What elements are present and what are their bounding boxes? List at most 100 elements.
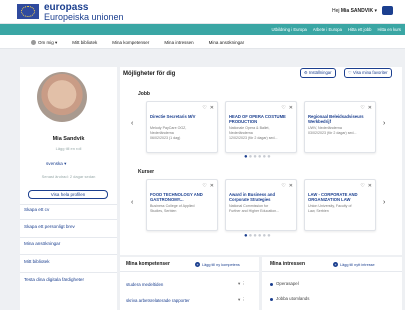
eu-flag-icon[interactable]	[17, 4, 39, 19]
heart-icon[interactable]: ♡	[360, 105, 364, 111]
nav-om-mig-label: Om mig	[38, 40, 54, 45]
close-icon[interactable]: ✕	[210, 183, 214, 189]
job-card[interactable]: ♡ ✕ HEAD OF OPERA COSTUME PRODUCTION Nati…	[225, 101, 297, 153]
chevron-right-icon[interactable]: ›	[383, 199, 385, 206]
link-hitta-kurs[interactable]: Hitta en kurs	[377, 27, 401, 32]
menu-digital-skills[interactable]: Testa dina digitala färdigheter	[24, 277, 84, 282]
settings-label: Inställningar	[308, 70, 332, 75]
courses-label: Kurser	[138, 169, 155, 175]
job-meta: Nationale Opera & Ballet,	[229, 126, 270, 130]
card-actions: ♡ ✕	[202, 105, 214, 111]
job-card[interactable]: ♡ ✕ Directie Secretaris M/V Melody PayCar…	[146, 101, 218, 153]
menu-library[interactable]: Mitt bibliotek	[24, 259, 50, 264]
heart-icon[interactable]: ♡	[281, 183, 285, 189]
course-title: LAW - CORPORATE AND ORGANIZATION LAW	[308, 192, 358, 202]
job-title: HEAD OF OPERA COSTUME PRODUCTION	[229, 114, 286, 124]
jobs-label: Jobb	[138, 91, 150, 97]
job-card[interactable]: ♡ ✕ Regionaal Beleidsadviseurs Werkbedrij…	[304, 101, 376, 153]
job-meta: 03/02/2023 (för 2 dagar) sed...	[308, 131, 357, 135]
course-meta: Business College of Applied	[150, 204, 195, 208]
user-greeting[interactable]: Hej Mia SANDVIK ▾	[332, 8, 377, 14]
language-value: svenska	[46, 161, 63, 166]
card-actions: ♡ ✕	[360, 183, 372, 189]
chevron-right-icon[interactable]: ›	[383, 120, 385, 127]
menu-create-cv[interactable]: Skapa ett cv	[24, 207, 49, 212]
add-title-link[interactable]: Lägg till en roll	[20, 146, 117, 151]
chat-icon[interactable]	[382, 6, 393, 15]
competence-controls[interactable]: ▾ ⋮	[238, 281, 246, 287]
divider	[20, 254, 117, 255]
course-meta: Further and Higher Education...	[229, 209, 280, 213]
menu-create-letter[interactable]: Skapa ett personligt brev	[24, 224, 75, 229]
interest-item[interactable]: Jobba utomlands	[276, 296, 309, 301]
job-title: Directie Secretaris M/V	[150, 114, 196, 119]
course-card[interactable]: ♡ ✕ FOOD TECHNOLOGY AND GASTRONOMY... Bus…	[146, 179, 218, 231]
favorites-label: Visa mina favoriter	[352, 70, 388, 75]
course-meta: Union University, Faculty of	[308, 204, 352, 208]
language-select[interactable]: svenska ▾	[46, 161, 66, 167]
course-card[interactable]: ♡ ✕ Award in Business and Corporate Strat…	[225, 179, 297, 231]
close-icon[interactable]: ✕	[210, 105, 214, 111]
card-actions: ♡ ✕	[281, 183, 293, 189]
nav-mina-kompetenser[interactable]: Mina kompetenser	[112, 40, 149, 46]
add-interest-link[interactable]: Lägg till nytt intresse	[333, 262, 375, 267]
menu-applications[interactable]: Mina ansökningar	[24, 241, 60, 246]
heart-icon[interactable]: ♡	[360, 183, 364, 189]
nav-om-mig[interactable]: Om mig ▾	[31, 40, 57, 46]
heart-icon[interactable]: ♡	[202, 105, 206, 111]
favorites-button[interactable]: ♡ Visa mina favoriter	[344, 68, 392, 78]
interest-item[interactable]: Operasapel	[276, 281, 299, 286]
divider	[20, 204, 117, 205]
course-card[interactable]: ♡ ✕ LAW - CORPORATE AND ORGANIZATION LAW …	[304, 179, 376, 231]
job-meta: Nederländerna	[229, 131, 253, 135]
view-profile-button[interactable]: Visa hela profilen	[28, 190, 108, 199]
bullet	[270, 298, 273, 301]
divider	[262, 271, 402, 272]
course-title: Award in Business and Corporate Strategi…	[229, 192, 275, 202]
job-meta: 12/02/2023 (för 2 dagar) sed...	[229, 136, 278, 140]
nav-items: Om mig ▾ Mitt bibliotek Mina kompetenser…	[31, 40, 244, 46]
add-competence-link[interactable]: Lägg till ny kompetens	[195, 262, 240, 267]
card-actions: ♡ ✕	[360, 105, 372, 111]
interests-title: Mina intressen	[270, 261, 306, 267]
competence-item[interactable]: studera medeltiden	[126, 282, 163, 287]
link-utbildning[interactable]: Utbildning i Europa	[271, 27, 306, 32]
divider	[20, 272, 117, 273]
bullet	[270, 283, 273, 286]
user-name: Mia SANDVIK	[340, 8, 374, 14]
close-icon[interactable]: ✕	[368, 105, 372, 111]
competence-controls[interactable]: ▾ ⋮	[238, 297, 246, 303]
divider	[20, 219, 117, 220]
heart-icon: ♡	[348, 70, 352, 75]
course-title: FOOD TECHNOLOGY AND GASTRONOMY...	[150, 192, 203, 202]
chevron-left-icon[interactable]: ‹	[131, 120, 133, 127]
carousel-dots[interactable]: ●●●●●●	[244, 233, 272, 239]
competences-title: Mina kompetenser	[126, 261, 170, 267]
carousel-dots[interactable]: ●●●●●●	[244, 154, 272, 160]
heart-icon[interactable]: ♡	[281, 105, 285, 111]
gear-icon: ⚙	[304, 70, 308, 75]
last-updated: Senast ändrad: 2 dagar sedan	[41, 174, 96, 179]
course-meta: Studies, Serbien	[150, 209, 177, 213]
teal-links: Utbildning i Europa Arbete i Europa Hitt…	[271, 27, 401, 32]
job-meta: 06/02/2023 (1 dag)	[150, 136, 181, 140]
opportunities-title: Möjligheter för dig	[123, 71, 176, 77]
competence-item[interactable]: skriva arbetsrelaterade rapporter	[126, 298, 190, 303]
job-meta: Melody PayCare OGZ,	[150, 126, 187, 130]
job-title: Regionaal Beleidsadviseurs Werkbedrijf	[308, 114, 364, 124]
avatar[interactable]	[37, 72, 87, 122]
nav-mina-intressen[interactable]: Mina intressen	[164, 40, 193, 46]
close-icon[interactable]: ✕	[368, 183, 372, 189]
course-meta: Law, Serbien	[308, 209, 329, 213]
chevron-down-icon: ▾	[374, 8, 377, 14]
chevron-left-icon[interactable]: ‹	[131, 199, 133, 206]
settings-button[interactable]: ⚙ Inställningar	[300, 68, 336, 78]
nav-mina-ansokningar[interactable]: Mina ansökningar	[209, 40, 245, 46]
heart-icon[interactable]: ♡	[202, 183, 206, 189]
close-icon[interactable]: ✕	[289, 183, 293, 189]
nav-mitt-bibliotek[interactable]: Mitt bibliotek	[72, 40, 97, 46]
link-arbete[interactable]: Arbete i Europa	[313, 27, 342, 32]
job-meta: Nederländerna	[150, 131, 174, 135]
link-hitta-jobb[interactable]: Hitta ett jobb	[348, 27, 372, 32]
close-icon[interactable]: ✕	[289, 105, 293, 111]
